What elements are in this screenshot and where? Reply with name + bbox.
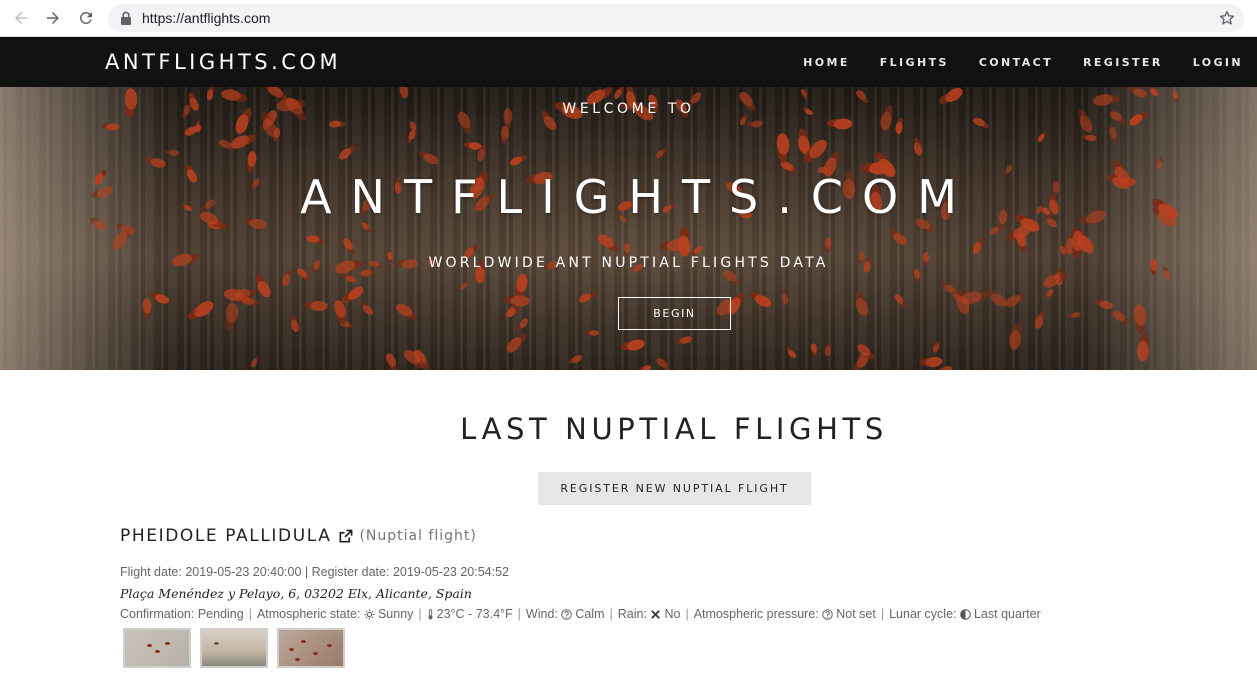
flight-photos (123, 628, 1120, 668)
url-text[interactable]: https://antflights.com (142, 10, 270, 26)
atmos-label: Atmospheric state: (256, 607, 361, 621)
nav-login[interactable]: LOGIN (1193, 56, 1243, 69)
reload-button[interactable] (76, 8, 96, 28)
hero-subtitle: WELCOME TO (562, 101, 695, 117)
flight-photo-thumbnail[interactable] (123, 628, 191, 668)
lunar-value: Last quarter (973, 607, 1041, 621)
thermometer-icon (428, 609, 433, 620)
sun-icon (364, 609, 375, 620)
flight-date: 2019-05-23 20:40:00 (185, 565, 302, 579)
flight-header: PHEIDOLE PALLIDULA (Nuptial flight) (120, 526, 1120, 546)
flight-photo-thumbnail[interactable] (200, 628, 268, 668)
question-circle-icon (822, 609, 834, 620)
temperature-value: 23°C - 73.4°F (436, 607, 513, 621)
ant-shape (309, 300, 328, 312)
separator: | (685, 607, 689, 621)
flight-type: (Nuptial flight) (359, 528, 477, 544)
wind-label: Wind: (525, 607, 558, 621)
section-title: LAST NUPTIAL FLIGHTS (460, 412, 888, 446)
arrow-left-icon (15, 12, 27, 24)
separator: | (248, 607, 252, 621)
flight-address: Plaça Menéndez y Pelayo, 6, 03202 Elx, A… (120, 586, 472, 601)
browser-toolbar: https://antflights.com (0, 0, 1257, 37)
separator: | (418, 607, 422, 621)
back-button[interactable] (11, 8, 31, 28)
flight-details: Confirmation: Pending | Atmospheric stat… (120, 604, 1120, 625)
address-bar[interactable]: https://antflights.com (108, 4, 1244, 32)
lock-icon (121, 11, 131, 25)
question-circle-icon (561, 609, 573, 620)
separator: | (880, 607, 885, 621)
register-flight-button[interactable]: REGISTER NEW NUPTIAL FLIGHT (538, 472, 811, 505)
lunar-label: Lunar cycle: (889, 607, 957, 621)
register-date: 2019-05-23 20:54:52 (392, 565, 510, 579)
confirmation-label: Confirmation: (120, 607, 195, 621)
rain-value: No (664, 607, 681, 621)
rain-label: Rain: (617, 607, 647, 621)
nav-home[interactable]: HOME (803, 56, 850, 69)
register-date-label: Register date: (311, 565, 390, 579)
pressure-label: Atmospheric pressure: (693, 607, 819, 621)
begin-button[interactable]: BEGIN (618, 297, 731, 330)
pressure-value: Not set (836, 607, 876, 621)
flight-photo-thumbnail[interactable] (277, 628, 345, 668)
x-icon (651, 610, 661, 619)
nav-register[interactable]: REGISTER (1083, 56, 1163, 69)
ant-shape (1136, 340, 1149, 361)
star-icon[interactable] (1218, 9, 1236, 27)
nav-flights[interactable]: FLIGHTS (880, 56, 949, 69)
separator: | (609, 607, 613, 621)
site-brand[interactable]: ANTFLIGHTS.COM (105, 50, 341, 74)
atmos-value: Sunny (377, 607, 414, 621)
hero-left-fade (0, 87, 170, 370)
ant-shape (623, 242, 630, 254)
ant-shape (510, 295, 530, 307)
hero-tagline: WORLDWIDE ANT NUPTIAL FLIGHTS DATA (428, 255, 829, 271)
reload-icon (80, 12, 92, 24)
confirmation-value: Pending (197, 607, 244, 621)
main-menu: HOME FLIGHTS CONTACT REGISTER LOGIN (773, 37, 1243, 87)
separator: | (304, 565, 309, 579)
half-moon-icon (960, 609, 971, 620)
wind-value: Calm (575, 607, 605, 621)
external-link-icon[interactable] (338, 529, 353, 544)
species-name[interactable]: PHEIDOLE PALLIDULA (120, 526, 331, 546)
flight-dates: Flight date: 2019-05-23 20:40:00 | Regis… (120, 562, 1120, 583)
hero-title: ANTFLIGHTS.COM (300, 170, 976, 224)
flight-entry: PHEIDOLE PALLIDULA (Nuptial flight) Flig… (120, 526, 1120, 668)
ant-shape (823, 237, 832, 250)
flight-date-label: Flight date: (120, 565, 182, 579)
forward-button[interactable] (43, 8, 63, 28)
arrow-right-icon (47, 12, 59, 24)
ant-shape (833, 117, 853, 130)
site-navbar: ANTFLIGHTS.COM HOME FLIGHTS CONTACT REGI… (0, 37, 1257, 87)
hero-banner: WELCOME TO ANTFLIGHTS.COM WORLDWIDE ANT … (0, 87, 1257, 370)
nav-contact[interactable]: CONTACT (979, 56, 1053, 69)
separator: | (517, 607, 521, 621)
